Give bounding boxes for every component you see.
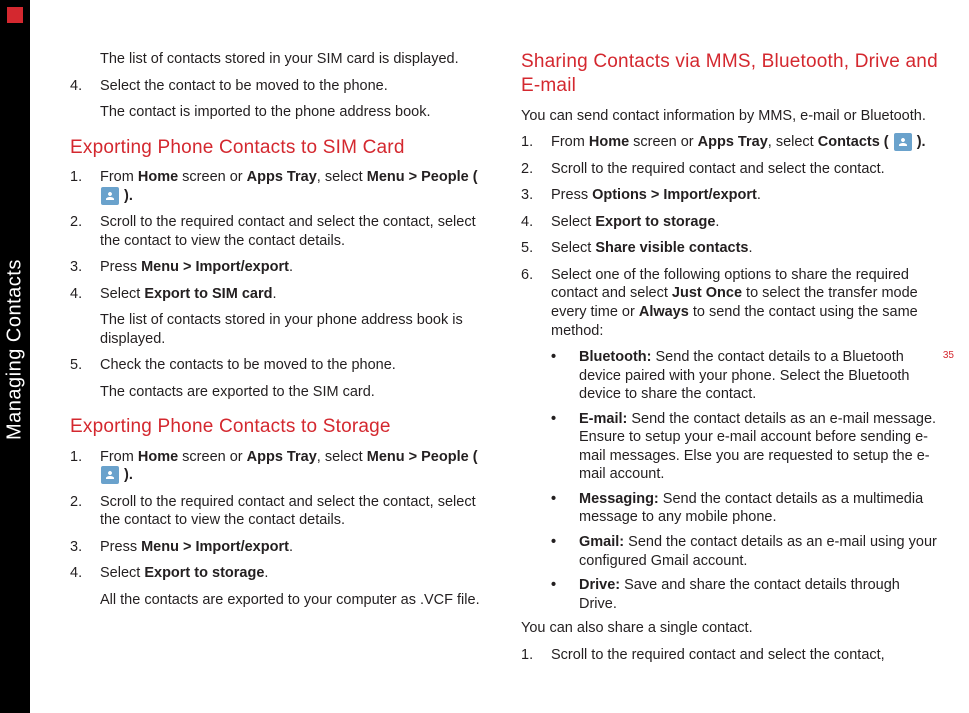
body-text: The contact is imported to the phone add… bbox=[100, 103, 489, 122]
list-number: 3. bbox=[70, 538, 100, 557]
list-item: 5. Select Share visible contacts. bbox=[521, 239, 940, 258]
list-item: 1. From Home screen or Apps Tray, select… bbox=[70, 168, 489, 205]
list-item: 4. Select Export to SIM card. bbox=[70, 285, 489, 304]
bullet-dot: • bbox=[551, 576, 579, 613]
bullet-item: • E-mail: Send the contact details as an… bbox=[551, 410, 940, 484]
people-icon bbox=[101, 466, 119, 484]
list-number: 6. bbox=[521, 266, 551, 340]
list-text: From Home screen or Apps Tray, select Me… bbox=[100, 168, 489, 205]
list-item: 4. Select the contact to be moved to the… bbox=[70, 77, 489, 96]
list-text: From Home screen or Apps Tray, select Me… bbox=[100, 448, 489, 485]
body-text: The list of contacts stored in your phon… bbox=[100, 311, 489, 348]
list-number: 1. bbox=[70, 168, 100, 205]
bullet-item: • Gmail: Send the contact details as an … bbox=[551, 533, 940, 570]
list-text: Press Menu > Import/export. bbox=[100, 258, 489, 277]
list-item: 3. Press Menu > Import/export. bbox=[70, 258, 489, 277]
list-text: Select Share visible contacts. bbox=[551, 239, 940, 258]
list-text: Scroll to the required contact and selec… bbox=[100, 213, 489, 250]
body-text: You can also share a single contact. bbox=[521, 619, 940, 638]
page-number: 35 bbox=[943, 350, 954, 361]
people-icon bbox=[101, 187, 119, 205]
body-text: You can send contact information by MMS,… bbox=[521, 107, 940, 126]
document-page: Managing Contacts 35 The list of contact… bbox=[0, 0, 969, 713]
list-text: Select the contact to be moved to the ph… bbox=[100, 77, 489, 96]
bullet-text: Messaging: Send the contact details as a… bbox=[579, 490, 940, 527]
list-text: Scroll to the required contact and selec… bbox=[551, 160, 940, 179]
list-item: 5. Check the contacts to be moved to the… bbox=[70, 356, 489, 375]
list-item: 1. From Home screen or Apps Tray, select… bbox=[521, 133, 940, 152]
bullet-dot: • bbox=[551, 490, 579, 527]
bullet-text: Bluetooth: Send the contact details to a… bbox=[579, 348, 940, 404]
list-item: 1. From Home screen or Apps Tray, select… bbox=[70, 448, 489, 485]
list-text: Select Export to storage. bbox=[100, 564, 489, 583]
list-number: 4. bbox=[70, 564, 100, 583]
left-column: The list of contacts stored in your SIM … bbox=[70, 50, 489, 690]
list-number: 4. bbox=[70, 285, 100, 304]
bullet-item: • Messaging: Send the contact details as… bbox=[551, 490, 940, 527]
section-heading: Exporting Phone Contacts to SIM Card bbox=[70, 136, 489, 160]
list-number: 2. bbox=[70, 213, 100, 250]
list-text: Press Options > Import/export. bbox=[551, 186, 940, 205]
content-columns: The list of contacts stored in your SIM … bbox=[70, 50, 940, 690]
list-number: 3. bbox=[521, 186, 551, 205]
section-heading: Sharing Contacts via MMS, Bluetooth, Dri… bbox=[521, 50, 940, 99]
list-number: 4. bbox=[70, 77, 100, 96]
bullet-text: Gmail: Send the contact details as an e-… bbox=[579, 533, 940, 570]
list-text: Select Export to storage. bbox=[551, 213, 940, 232]
list-item: 3. Press Menu > Import/export. bbox=[70, 538, 489, 557]
list-item: 4. Select Export to storage. bbox=[70, 564, 489, 583]
contacts-icon bbox=[894, 133, 912, 151]
bullet-dot: • bbox=[551, 410, 579, 484]
bullet-dot: • bbox=[551, 348, 579, 404]
section-tab-label: Managing Contacts bbox=[0, 250, 30, 450]
list-text: Select Export to SIM card. bbox=[100, 285, 489, 304]
list-text: Scroll to the required contact and selec… bbox=[100, 493, 489, 530]
list-item: 2. Scroll to the required contact and se… bbox=[70, 493, 489, 530]
body-text: All the contacts are exported to your co… bbox=[100, 591, 489, 610]
right-column: Sharing Contacts via MMS, Bluetooth, Dri… bbox=[521, 50, 940, 690]
list-item: 6. Select one of the following options t… bbox=[521, 266, 940, 340]
list-item: 2. Scroll to the required contact and se… bbox=[70, 213, 489, 250]
body-text: The contacts are exported to the SIM car… bbox=[100, 383, 489, 402]
list-number: 3. bbox=[70, 258, 100, 277]
bullet-item: • Bluetooth: Send the contact details to… bbox=[551, 348, 940, 404]
bullet-text: E-mail: Send the contact details as an e… bbox=[579, 410, 940, 484]
list-number: 5. bbox=[521, 239, 551, 258]
list-number: 1. bbox=[70, 448, 100, 485]
list-text: Press Menu > Import/export. bbox=[100, 538, 489, 557]
body-text: The list of contacts stored in your SIM … bbox=[100, 50, 489, 69]
list-number: 4. bbox=[521, 213, 551, 232]
bullet-text: Drive: Save and share the contact detail… bbox=[579, 576, 940, 613]
list-text: From Home screen or Apps Tray, select Co… bbox=[551, 133, 940, 152]
red-square-marker bbox=[7, 7, 23, 23]
list-item: 1. Scroll to the required contact and se… bbox=[521, 646, 940, 665]
list-text: Check the contacts to be moved to the ph… bbox=[100, 356, 489, 375]
list-number: 1. bbox=[521, 133, 551, 152]
list-item: 2. Scroll to the required contact and se… bbox=[521, 160, 940, 179]
list-text: Scroll to the required contact and selec… bbox=[551, 646, 940, 665]
bullet-item: • Drive: Save and share the contact deta… bbox=[551, 576, 940, 613]
list-text: Select one of the following options to s… bbox=[551, 266, 940, 340]
list-number: 5. bbox=[70, 356, 100, 375]
section-heading: Exporting Phone Contacts to Storage bbox=[70, 415, 489, 439]
bullet-dot: • bbox=[551, 533, 579, 570]
list-number: 2. bbox=[521, 160, 551, 179]
list-number: 1. bbox=[521, 646, 551, 665]
list-item: 4. Select Export to storage. bbox=[521, 213, 940, 232]
list-item: 3. Press Options > Import/export. bbox=[521, 186, 940, 205]
list-number: 2. bbox=[70, 493, 100, 530]
